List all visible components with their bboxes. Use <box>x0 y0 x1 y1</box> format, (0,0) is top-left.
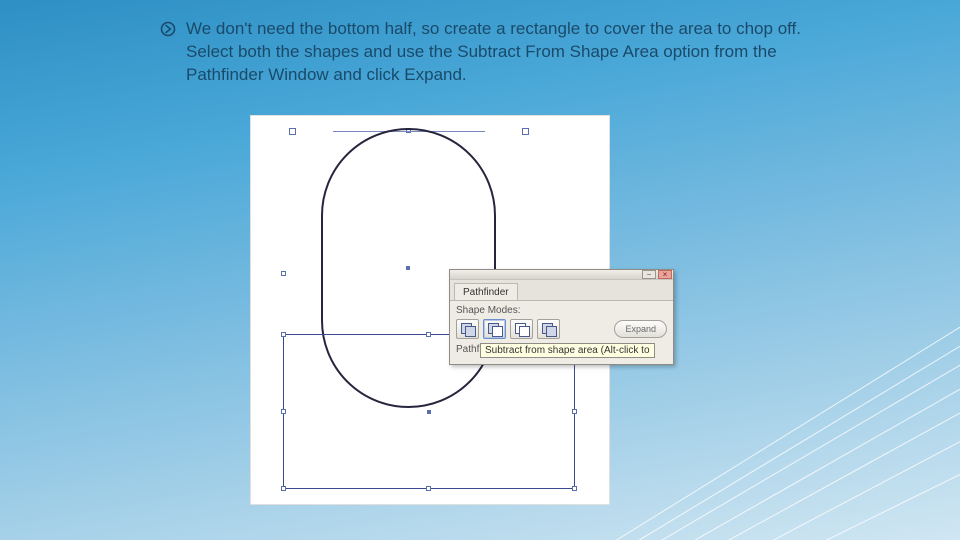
minimize-icon[interactable]: − <box>642 270 656 279</box>
selection-handle <box>426 486 431 491</box>
shape-modes-row: Expand <box>456 319 667 339</box>
add-to-shape-icon[interactable] <box>456 319 479 339</box>
panel-body: Shape Modes: Expand Pathfinders: Subtrac… <box>450 300 673 364</box>
selection-handle <box>281 409 286 414</box>
selection-handle <box>281 486 286 491</box>
selection-handle <box>281 271 286 276</box>
selection-handle <box>426 332 431 337</box>
panel-tab-pathfinder[interactable]: Pathfinder <box>454 283 518 300</box>
body-text: We don't need the bottom half, so create… <box>186 18 810 87</box>
circled-arrow-icon <box>160 21 176 37</box>
selection-handle <box>572 486 577 491</box>
intersect-shape-icon[interactable] <box>510 319 533 339</box>
subtract-from-shape-icon[interactable] <box>483 319 506 339</box>
exclude-shape-icon[interactable] <box>537 319 560 339</box>
selection-center <box>406 266 410 270</box>
tooltip: Subtract from shape area (Alt-click to <box>480 343 655 358</box>
selection-handle <box>281 332 286 337</box>
selection-handle <box>572 409 577 414</box>
expand-button[interactable]: Expand <box>614 320 667 338</box>
bullet-item: We don't need the bottom half, so create… <box>160 18 810 87</box>
illustration-canvas: − × Pathfinder Shape Modes: Expand <box>250 115 610 505</box>
panel-titlebar[interactable]: − × <box>450 270 673 280</box>
selection-center <box>427 410 431 414</box>
artboard: − × Pathfinder Shape Modes: Expand <box>251 116 609 504</box>
pathfinders-row: Pathfinders: Subtract from shape area (A… <box>456 344 667 355</box>
slide: We don't need the bottom half, so create… <box>0 0 960 540</box>
pathfinder-panel[interactable]: − × Pathfinder Shape Modes: Expand <box>449 269 674 365</box>
close-icon[interactable]: × <box>658 270 672 279</box>
content-block: We don't need the bottom half, so create… <box>160 18 810 87</box>
shape-modes-label: Shape Modes: <box>456 305 667 316</box>
